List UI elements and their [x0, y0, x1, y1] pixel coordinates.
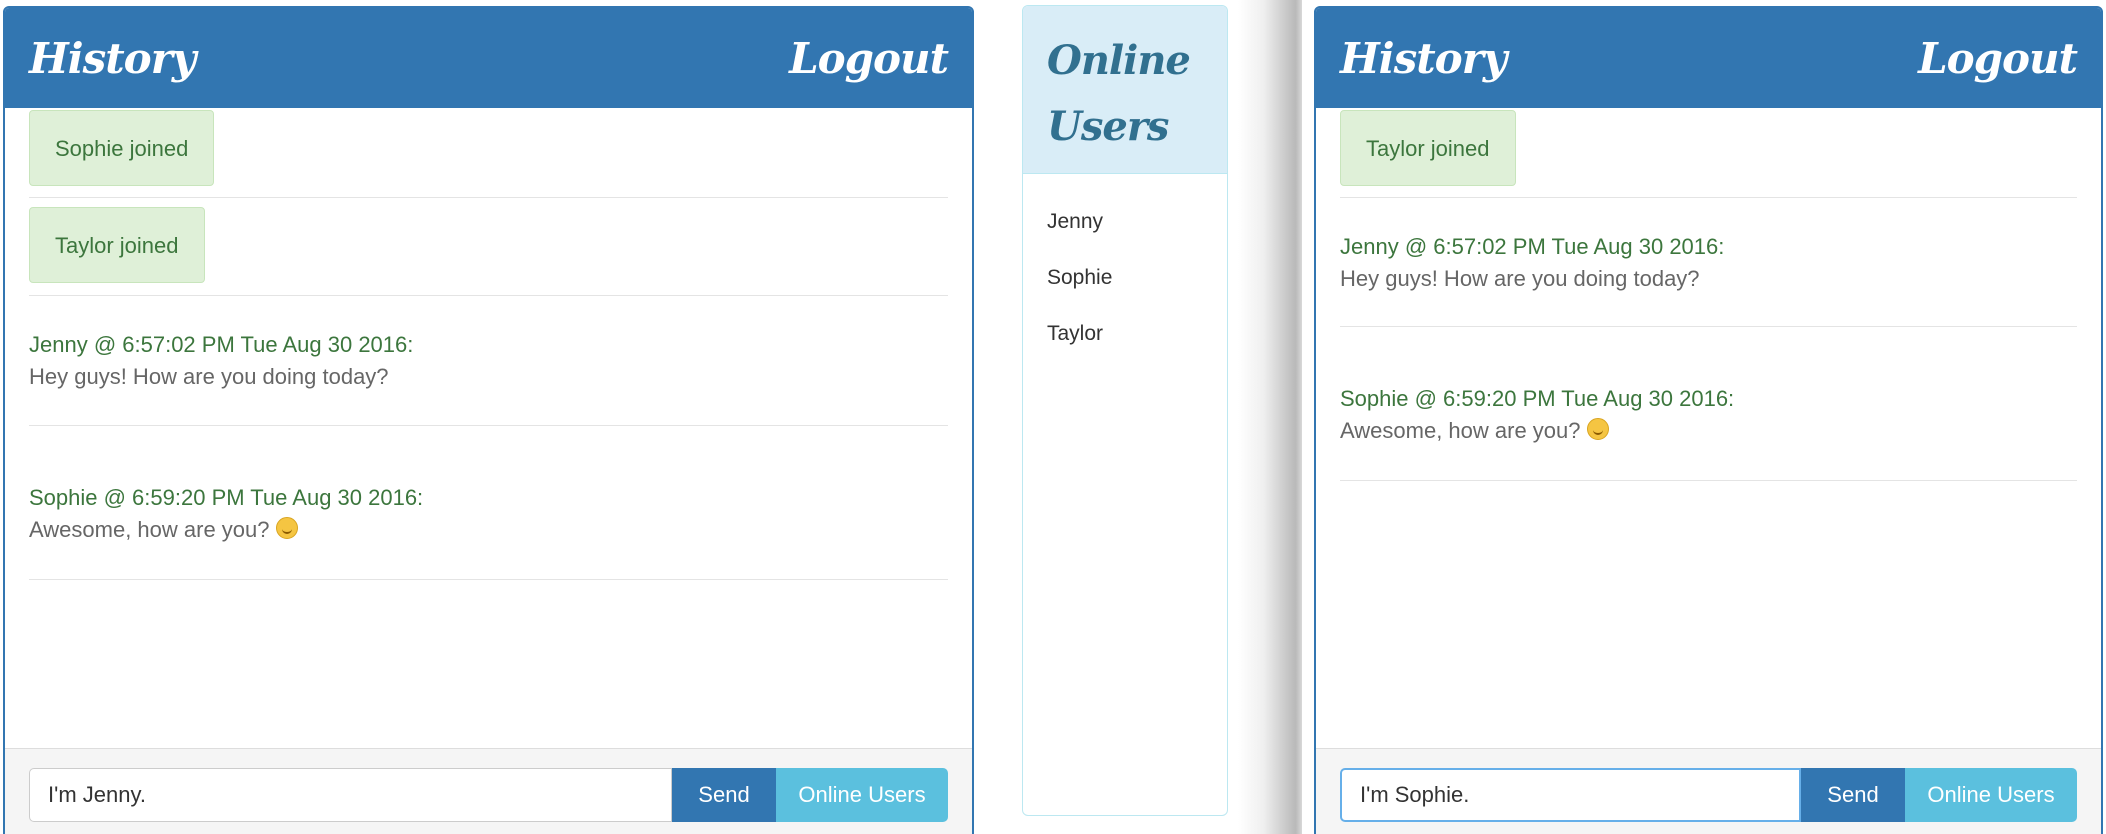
logout-link[interactable]: Logout — [1918, 34, 2078, 83]
join-badge: Sophie joined — [29, 110, 215, 186]
message-history: Sophie joined Taylor joined Jenny @ 6:57… — [5, 108, 972, 580]
message-input[interactable] — [1340, 768, 1801, 822]
online-users-button[interactable]: Online Users — [776, 768, 948, 822]
history-title: History — [1340, 33, 1507, 83]
message-meta: Jenny @ 6:57:02 PM Tue Aug 30 2016: — [29, 332, 414, 357]
message-text: Awesome, how are you? — [29, 514, 948, 546]
logout-link[interactable]: Logout — [789, 34, 949, 83]
chat-message: Sophie @ 6:59:20 PM Tue Aug 30 2016: Awe… — [1340, 327, 2077, 481]
chat-app-screenshot: History Logout Sophie joined Taylor join… — [0, 0, 2106, 834]
input-footer: Send Online Users — [5, 748, 972, 834]
message-meta: Sophie @ 6:59:20 PM Tue Aug 30 2016: — [29, 485, 424, 510]
input-row: Send Online Users — [29, 768, 948, 822]
join-badge: Taylor joined — [1340, 110, 1516, 186]
chat-message: Sophie @ 6:59:20 PM Tue Aug 30 2016: Awe… — [29, 426, 948, 580]
chat-panel-sophie: History Logout Taylor joined Jenny @ 6:5… — [1314, 6, 2103, 834]
message-meta: Jenny @ 6:57:02 PM Tue Aug 30 2016: — [1340, 234, 1725, 259]
online-users-title-line1: Online — [1047, 37, 1191, 84]
message-history: Taylor joined Jenny @ 6:57:02 PM Tue Aug… — [1316, 108, 2101, 481]
message-text-content: Awesome, how are you? — [29, 517, 270, 542]
message-text: Hey guys! How are you doing today? — [29, 364, 389, 389]
online-users-panel: Online Users Jenny Sophie Taylor — [1022, 5, 1228, 816]
message-input[interactable] — [29, 768, 672, 822]
online-users-title-line2: Users — [1047, 103, 1169, 150]
panel-header: History Logout — [1316, 8, 2101, 108]
input-footer: Send Online Users — [1316, 748, 2101, 834]
online-users-header: Online Users — [1023, 6, 1227, 174]
join-notice: Taylor joined — [1340, 108, 2077, 198]
message-text-content: Awesome, how are you? — [1340, 418, 1581, 443]
panel-header: History Logout — [5, 8, 972, 108]
window-divider-shadow — [1238, 0, 1302, 834]
online-user-item[interactable]: Taylor — [1047, 306, 1203, 362]
send-button[interactable]: Send — [1801, 768, 1905, 822]
smiling-face-emoji-icon — [275, 517, 298, 539]
smiling-face-emoji-icon — [1586, 418, 1609, 440]
message-text: Hey guys! How are you doing today? — [1340, 266, 1700, 291]
join-notice: Sophie joined — [29, 108, 948, 198]
online-user-item[interactable]: Jenny — [1047, 194, 1203, 250]
join-notice: Taylor joined — [29, 198, 948, 296]
join-badge: Taylor joined — [29, 207, 205, 283]
message-meta: Sophie @ 6:59:20 PM Tue Aug 30 2016: — [1340, 386, 1735, 411]
chat-message: Jenny @ 6:57:02 PM Tue Aug 30 2016: Hey … — [1340, 198, 2077, 327]
chat-message: Jenny @ 6:57:02 PM Tue Aug 30 2016: Hey … — [29, 296, 948, 426]
online-user-item[interactable]: Sophie — [1047, 250, 1203, 306]
online-users-button[interactable]: Online Users — [1905, 768, 2077, 822]
message-text: Awesome, how are you? — [1340, 415, 2077, 447]
history-title: History — [29, 33, 196, 83]
input-row: Send Online Users — [1340, 768, 2077, 822]
chat-panel-jenny: History Logout Sophie joined Taylor join… — [3, 6, 974, 834]
send-button[interactable]: Send — [672, 768, 776, 822]
online-users-list: Jenny Sophie Taylor — [1023, 174, 1227, 382]
